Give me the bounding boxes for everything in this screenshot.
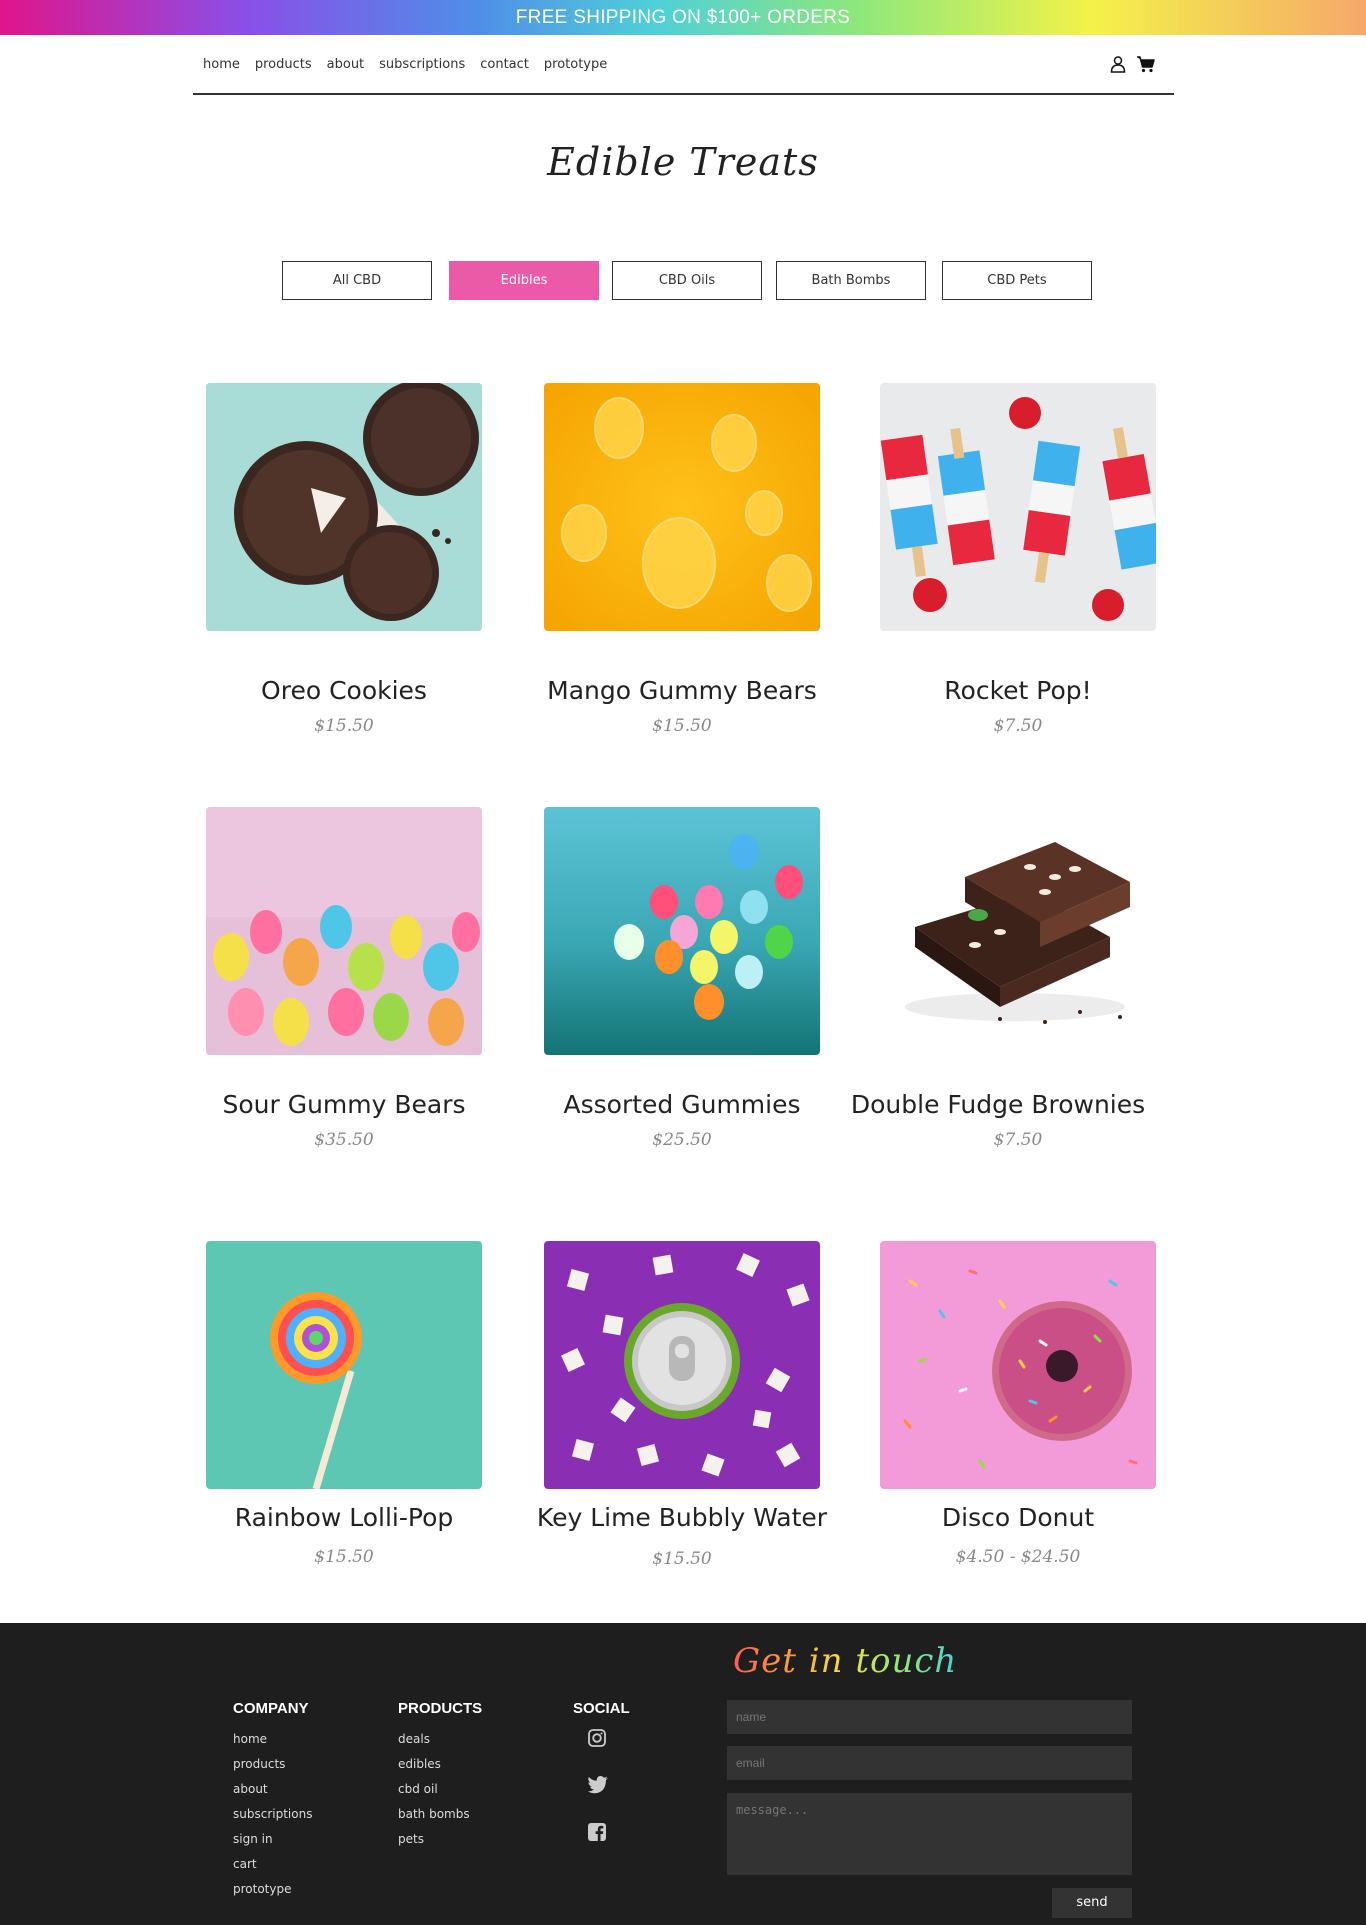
filter-cbd-oils-button[interactable]: CBD Oils [612,261,762,300]
product-name[interactable]: Rocket Pop! [870,676,1166,705]
nav-link-subscriptions[interactable]: subscriptions [379,57,465,72]
cart-icon[interactable] [1136,55,1156,77]
key-lime-bubbly-water-image[interactable] [544,1241,820,1489]
footer-products-heading: PRODUCTS [398,1700,483,1717]
top-nav: home products about subscriptions contac… [193,35,1174,95]
product-name[interactable]: Key Lime Bubbly Water [524,1503,840,1532]
nav-link-prototype[interactable]: prototype [544,57,607,72]
contact-heading: Get in touch [733,1641,957,1681]
product-price: $7.50 [993,716,1043,736]
footer-link-cbd-oil[interactable]: cbd oil [398,1777,482,1802]
product-name[interactable]: Sour Gummy Bears [196,1090,492,1119]
nav-link-products[interactable]: products [255,57,312,72]
rocket-pop-image[interactable] [880,383,1156,631]
oreo-cookies-image[interactable] [206,383,482,631]
filter-all-cbd-button[interactable]: All CBD [282,261,432,300]
product-price: $15.50 [652,1549,712,1569]
footer-link-cart[interactable]: cart [233,1852,312,1877]
footer-link-pets[interactable]: pets [398,1827,482,1852]
product-price: $7.50 [993,1130,1043,1150]
product-price: $15.50 [314,1547,374,1567]
instagram-icon[interactable] [587,1728,607,1748]
nav-links: home products about subscriptions contac… [203,57,607,72]
email-field[interactable] [727,1746,1132,1780]
sour-gummy-bears-image[interactable] [206,807,482,1055]
footer-link-prototype[interactable]: prototype [233,1877,312,1902]
footer-social-heading: SOCIAL [573,1700,630,1717]
page-title: Edible Treats [547,140,819,184]
product-name[interactable]: Mango Gummy Bears [534,676,830,705]
footer-link-edibles[interactable]: edibles [398,1752,482,1777]
nav-link-about[interactable]: about [327,57,365,72]
filter-bath-bombs-button[interactable]: Bath Bombs [776,261,926,300]
filter-cbd-pets-button[interactable]: CBD Pets [942,261,1092,300]
twitter-icon[interactable] [587,1775,608,1795]
footer-link-products[interactable]: products [233,1752,312,1777]
product-name[interactable]: Rainbow Lolli-Pop [196,1503,492,1532]
product-price: $4.50 - $24.50 [955,1547,1081,1567]
rainbow-lollipop-image[interactable] [206,1241,482,1489]
filter-edibles-button[interactable]: Edibles [449,261,599,300]
promo-banner: FREE SHIPPING ON $100+ ORDERS [0,0,1366,35]
product-name[interactable]: Double Fudge Brownies [840,1090,1156,1119]
footer-link-about[interactable]: about [233,1777,312,1802]
footer-company-column: COMPANY home products about subscription… [233,1700,312,1902]
send-button[interactable]: send [1052,1888,1132,1918]
product-name[interactable]: Oreo Cookies [196,676,492,705]
footer-link-deals[interactable]: deals [398,1727,482,1752]
contact-heading-text: Get in touch [733,1641,958,1681]
footer-link-sign-in[interactable]: sign in [233,1827,312,1852]
name-field[interactable] [727,1700,1132,1734]
double-fudge-brownies-image[interactable] [880,807,1156,1055]
footer-products-column: PRODUCTS deals edibles cbd oil bath bomb… [398,1700,482,1852]
footer-social-column: SOCIAL [573,1700,630,1727]
footer-company-heading: COMPANY [233,1700,309,1717]
product-price: $15.50 [314,716,374,736]
product-name[interactable]: Assorted Gummies [534,1090,830,1119]
promo-text: FREE SHIPPING ON $100+ ORDERS [515,7,851,28]
facebook-icon[interactable] [587,1822,607,1842]
footer: COMPANY home products about subscription… [0,1623,1366,1925]
product-name[interactable]: Disco Donut [870,1503,1166,1532]
footer-link-home[interactable]: home [233,1727,312,1752]
product-price: $15.50 [652,716,712,736]
footer-link-bath-bombs[interactable]: bath bombs [398,1802,482,1827]
nav-link-contact[interactable]: contact [480,57,529,72]
mango-gummy-bears-image[interactable] [544,383,820,631]
disco-donut-image[interactable] [880,1241,1156,1489]
product-price: $35.50 [314,1130,374,1150]
product-price: $25.50 [652,1130,712,1150]
nav-link-home[interactable]: home [203,57,240,72]
user-icon[interactable] [1109,55,1127,77]
assorted-gummies-image[interactable] [544,807,820,1055]
message-field[interactable] [727,1793,1132,1875]
footer-link-subscriptions[interactable]: subscriptions [233,1802,312,1827]
nav-icons [1109,55,1156,77]
